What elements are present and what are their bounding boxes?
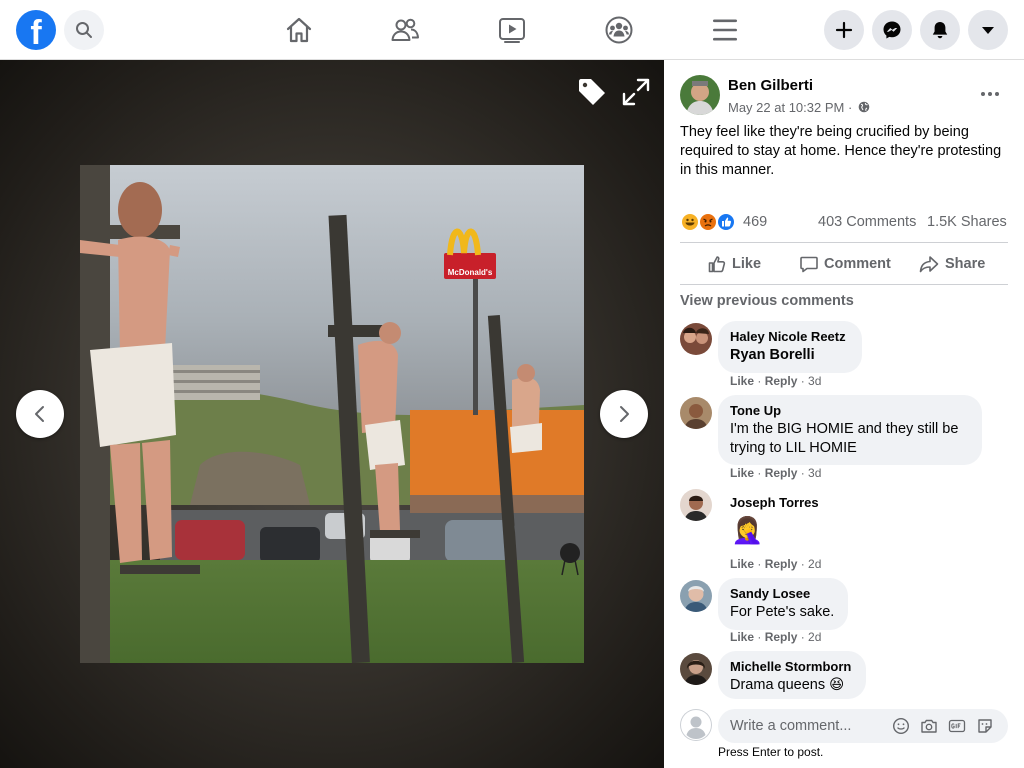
camera-icon[interactable] <box>920 717 938 735</box>
current-user-avatar[interactable] <box>680 709 712 741</box>
create-button[interactable] <box>824 10 864 50</box>
messenger-icon <box>883 21 901 39</box>
author-avatar[interactable] <box>680 75 720 115</box>
comment-age[interactable]: 3d <box>808 374 821 388</box>
sticker-icon[interactable] <box>976 717 994 735</box>
post-photo[interactable]: McDonald's <box>80 165 584 663</box>
divider <box>680 284 1008 285</box>
share-label: Share <box>945 256 986 272</box>
search-icon <box>76 22 92 38</box>
chevron-left-icon <box>35 406 44 422</box>
comment-text: I'm the BIG HOMIE and they still be tryi… <box>730 421 959 456</box>
notifications-button[interactable] <box>920 10 960 50</box>
press-enter-hint: Press Enter to post. <box>718 745 824 759</box>
fullscreen-icon[interactable] <box>620 76 652 108</box>
author-name[interactable]: Ben Gilberti <box>728 77 813 94</box>
comment-text[interactable]: Ryan Borelli <box>730 346 850 365</box>
photo-viewer: McDonald's <box>0 60 664 768</box>
comment-text: For Pete's sake. <box>730 604 835 620</box>
commenter-name[interactable]: Sandy Losee <box>730 585 836 603</box>
comment-bubble: Sandy Losee For Pete's sake. <box>718 578 848 630</box>
comment-meta: Like · Reply · 3d <box>730 374 822 388</box>
comment-like-link[interactable]: Like <box>730 466 754 480</box>
comment-meta: Like · Reply · 2d <box>730 557 822 571</box>
commenter-avatar[interactable] <box>680 323 712 355</box>
previous-photo-button[interactable] <box>16 390 64 438</box>
account-dropdown-icon <box>982 27 994 34</box>
post-text: They feel like they're being crucified b… <box>680 124 1002 178</box>
commenter-avatar[interactable] <box>680 653 712 685</box>
commenter-avatar[interactable] <box>680 580 712 612</box>
commenter-name[interactable]: Tone Up <box>730 402 970 420</box>
post-timestamp[interactable]: May 22 at 10:32 PM · <box>728 100 852 115</box>
next-photo-button[interactable] <box>600 390 648 438</box>
commenter-name[interactable]: Haley Nicole Reetz <box>730 328 850 346</box>
view-previous-comments-link[interactable]: View previous comments <box>680 293 854 309</box>
facebook-logo-letter: f <box>30 14 42 52</box>
commenter-avatar[interactable] <box>680 397 712 429</box>
divider <box>680 242 1008 243</box>
watch-icon[interactable] <box>496 14 528 46</box>
comment-text: Drama queens 😆 <box>730 677 845 693</box>
comment-bubble: Michelle Stormborn Drama queens 😆 <box>718 651 866 699</box>
reaction-count[interactable]: 469 <box>743 214 767 230</box>
friends-icon[interactable] <box>389 14 421 46</box>
comments-count[interactable]: 403 Comments <box>818 214 916 230</box>
messenger-button[interactable] <box>872 10 912 50</box>
like-reaction-icon <box>716 212 736 232</box>
groups-icon[interactable] <box>603 14 635 46</box>
comment-bubble: Haley Nicole Reetz Ryan Borelli <box>718 321 862 373</box>
comment-icon <box>800 256 818 273</box>
share-button[interactable]: Share <box>919 253 989 277</box>
comment-composer[interactable] <box>718 709 1008 743</box>
notifications-icon <box>932 22 948 39</box>
like-button[interactable]: Like <box>707 253 767 277</box>
angry-reaction-icon <box>698 212 718 232</box>
more-options-icon[interactable] <box>976 80 1004 108</box>
comment-meta: Like · Reply · 3d <box>730 466 822 480</box>
home-icon[interactable] <box>283 14 315 46</box>
comment-like-link[interactable]: Like <box>730 557 754 571</box>
tag-icon[interactable] <box>576 76 608 108</box>
emoji-icon[interactable] <box>892 717 910 735</box>
comment-like-link[interactable]: Like <box>730 374 754 388</box>
comment-label: Comment <box>824 256 891 272</box>
gif-icon[interactable] <box>948 717 966 735</box>
comment-age[interactable]: 2d <box>808 557 821 571</box>
top-navigation-bar: f <box>0 0 1024 60</box>
comment-like-link[interactable]: Like <box>730 630 754 644</box>
comment-reply-link[interactable]: Reply <box>765 466 798 480</box>
comment-meta: Like · Reply · 2d <box>730 630 822 644</box>
search-button[interactable] <box>64 10 104 50</box>
photo-sign-text: McDonald's <box>448 268 493 277</box>
like-label: Like <box>732 256 762 272</box>
chevron-right-icon <box>620 406 629 422</box>
thumbs-up-icon <box>708 256 726 273</box>
account-button[interactable] <box>968 10 1008 50</box>
comment-input[interactable] <box>730 716 880 736</box>
commenter-name[interactable]: Michelle Stormborn <box>730 658 854 676</box>
plus-icon <box>835 21 853 39</box>
menu-icon[interactable] <box>709 14 741 46</box>
comment-reply-link[interactable]: Reply <box>765 374 798 388</box>
commenter-avatar[interactable] <box>680 489 712 521</box>
emoji-comment: 🤦‍♀️ <box>731 515 764 545</box>
comment-button[interactable]: Comment <box>799 253 894 277</box>
comment-age[interactable]: 3d <box>808 466 821 480</box>
haha-reaction-icon <box>680 212 700 232</box>
share-icon <box>919 256 939 273</box>
facebook-logo[interactable]: f <box>16 10 56 52</box>
commenter-name[interactable]: Joseph Torres <box>730 494 819 512</box>
comment-reply-link[interactable]: Reply <box>765 557 798 571</box>
globe-icon[interactable] <box>858 101 870 113</box>
comment-reply-link[interactable]: Reply <box>765 630 798 644</box>
comment-age[interactable]: 2d <box>808 630 821 644</box>
shares-count[interactable]: 1.5K Shares <box>927 214 1007 230</box>
photo-illustration: McDonald's <box>80 165 584 663</box>
time-separator: · <box>847 100 853 115</box>
post-time-text[interactable]: May 22 at 10:32 PM <box>728 100 844 115</box>
comment-bubble: Tone Up I'm the BIG HOMIE and they still… <box>718 395 982 465</box>
